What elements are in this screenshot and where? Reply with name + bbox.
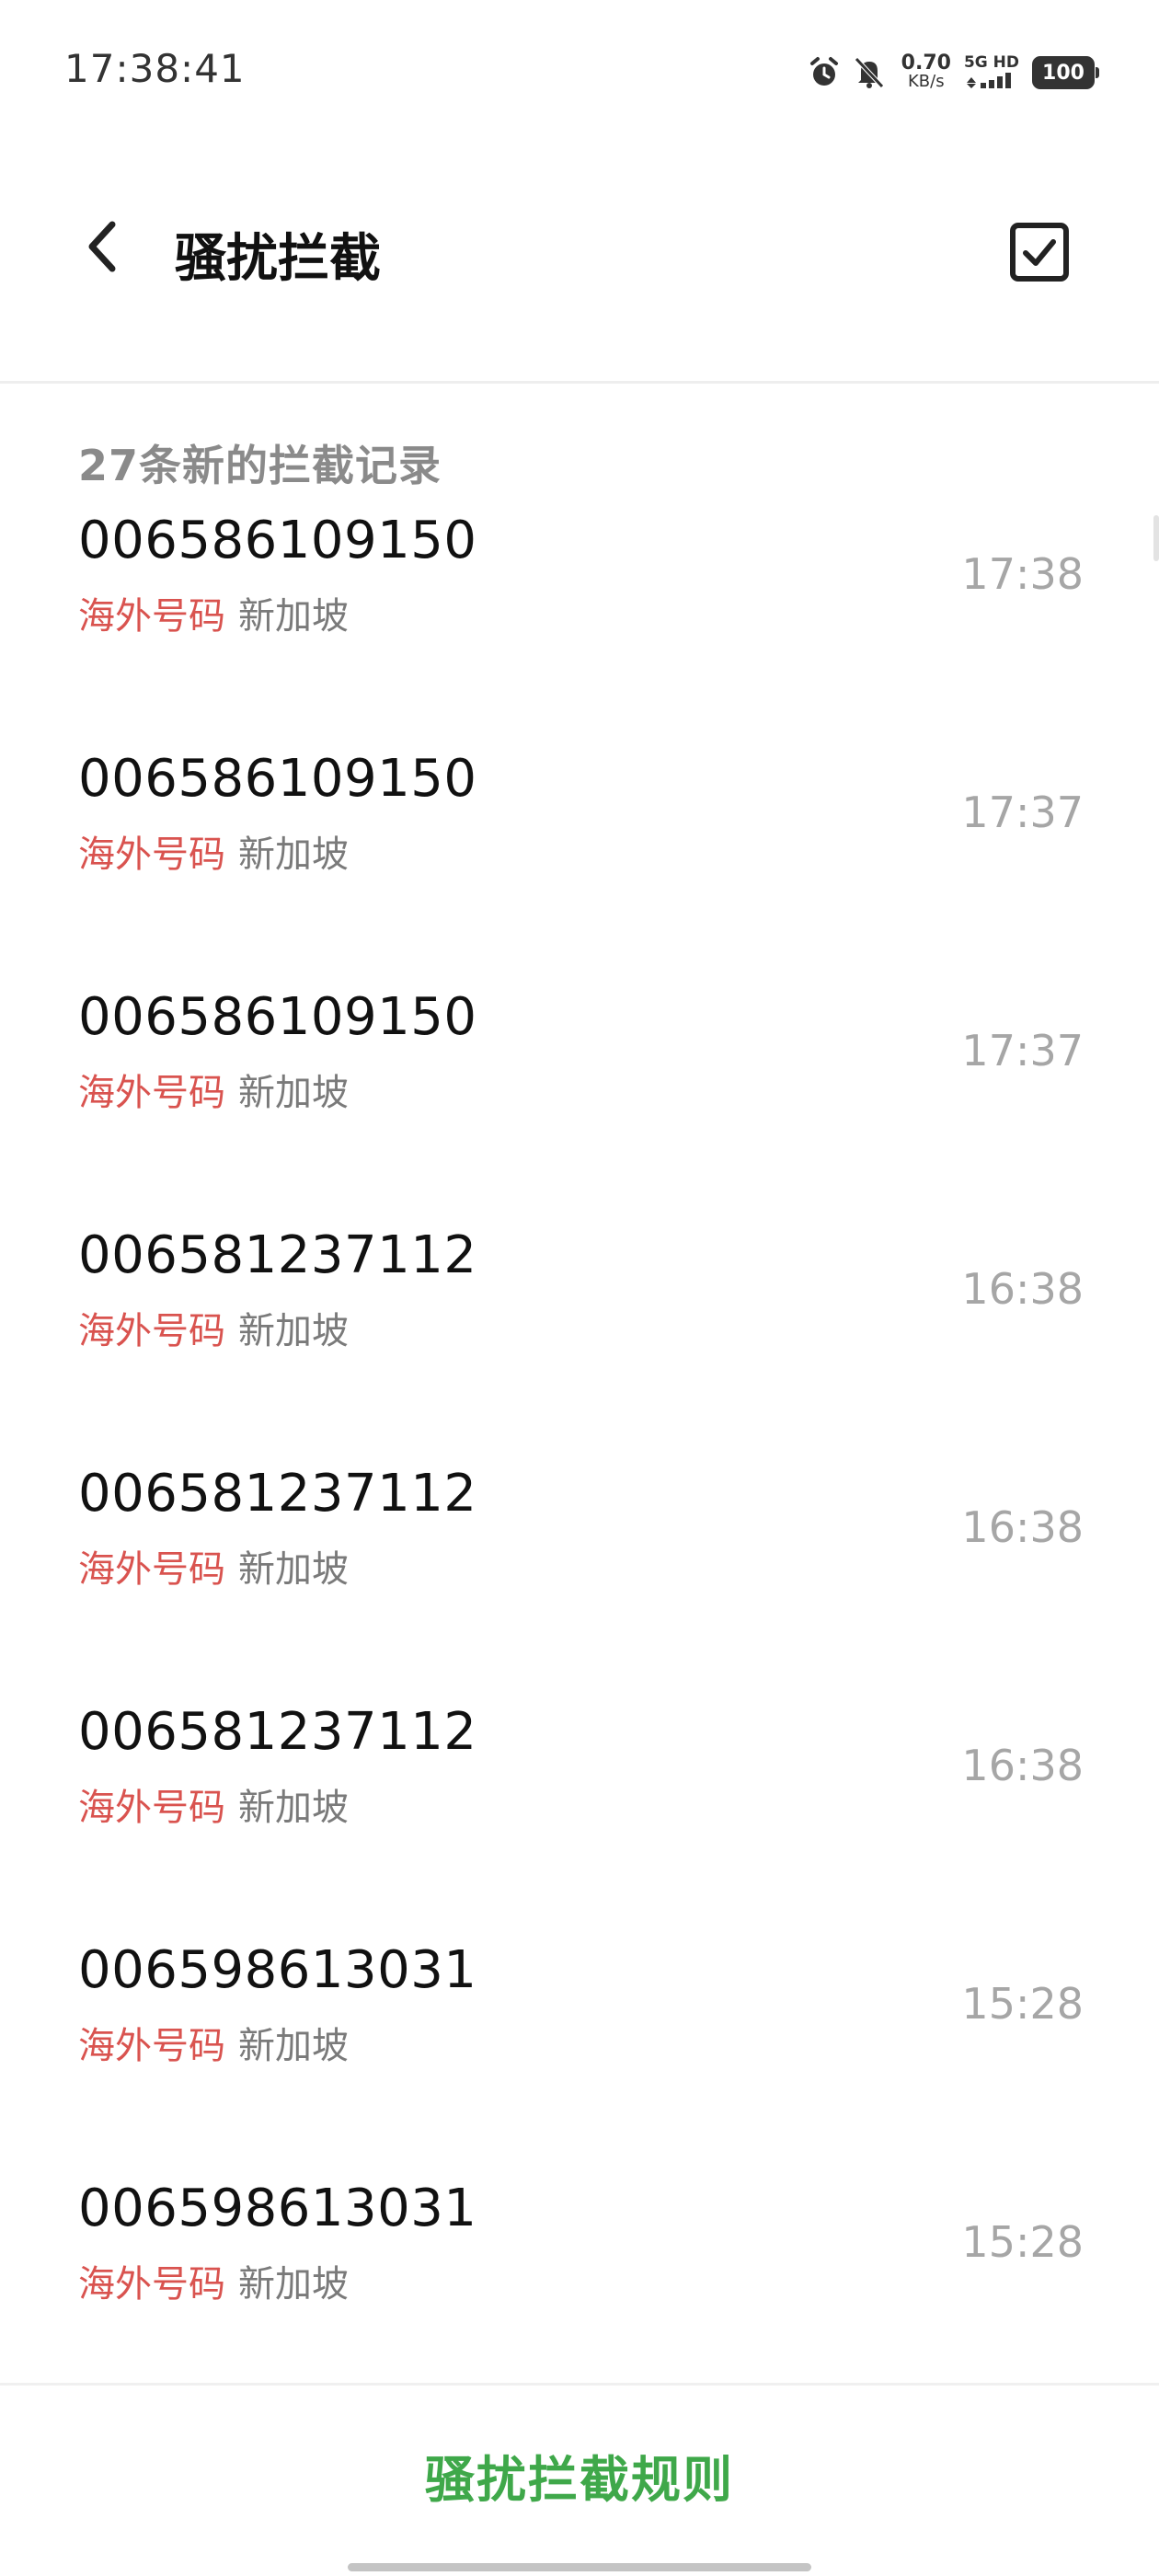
home-indicator[interactable]: [348, 2563, 811, 2571]
phone-number: 006586109150: [78, 987, 477, 1047]
number-tag: 海外号码: [78, 595, 225, 638]
number-location: 新加坡: [238, 1787, 349, 1829]
call-time: 15:28: [961, 1979, 1084, 2029]
status-time: 17:38:41: [64, 46, 246, 91]
call-meta: 海外号码 新加坡: [78, 586, 349, 639]
block-rules-button[interactable]: 骚扰拦截规则: [304, 2433, 855, 2516]
call-time: 16:38: [961, 1502, 1084, 1552]
number-location: 新加坡: [238, 2263, 349, 2306]
call-meta: 海外号码 新加坡: [78, 1063, 349, 1116]
number-tag: 海外号码: [78, 1787, 225, 1829]
call-time: 17:37: [961, 1026, 1084, 1075]
scrollbar[interactable]: [1153, 515, 1159, 561]
number-tag: 海外号码: [78, 1072, 225, 1114]
list-item[interactable]: 006598613031 海外号码 新加坡 15:28: [0, 1940, 1159, 2179]
phone-number: 006586109150: [78, 511, 477, 570]
list-item[interactable]: 006586109150 海外号码 新加坡 17:37: [0, 987, 1159, 1225]
number-location: 新加坡: [238, 595, 349, 638]
phone-number: 006598613031: [78, 1940, 477, 2000]
mute-bell-icon: [854, 56, 885, 89]
call-meta: 海外号码 新加坡: [78, 1777, 349, 1831]
checkbox-icon: [1009, 222, 1070, 286]
call-meta: 海外号码 新加坡: [78, 1539, 349, 1593]
list-item[interactable]: 006586109150 海外号码 新加坡 17:37: [0, 749, 1159, 987]
number-location: 新加坡: [238, 1548, 349, 1591]
network-type: 5G HD: [964, 53, 1019, 93]
call-time: 15:28: [961, 2217, 1084, 2267]
signal-icon: [964, 72, 1016, 93]
list-item[interactable]: 006581237112 海外号码 新加坡 16:38: [0, 1702, 1159, 1940]
chevron-left-icon: [83, 219, 120, 278]
header-divider: [0, 381, 1159, 384]
call-meta: 海外号码 新加坡: [78, 824, 349, 878]
number-location: 新加坡: [238, 1310, 349, 1352]
number-location: 新加坡: [238, 2025, 349, 2067]
phone-number: 006586109150: [78, 749, 477, 809]
number-tag: 海外号码: [78, 1548, 225, 1591]
call-time: 16:38: [961, 1741, 1084, 1790]
number-tag: 海外号码: [78, 2263, 225, 2306]
battery-icon: 100: [1032, 56, 1099, 89]
list-item[interactable]: 006581237112 海外号码 新加坡 16:38: [0, 1464, 1159, 1702]
blocked-call-list: 006586109150 海外号码 新加坡 17:38 006586109150 …: [0, 511, 1159, 2417]
number-location: 新加坡: [238, 834, 349, 876]
number-location: 新加坡: [238, 1072, 349, 1114]
alarm-icon: [808, 56, 841, 89]
phone-number: 006581237112: [78, 1702, 477, 1762]
back-button[interactable]: [64, 212, 138, 285]
phone-number: 006598613031: [78, 2179, 477, 2238]
call-meta: 海外号码 新加坡: [78, 1301, 349, 1354]
list-item[interactable]: 006598613031 海外号码 新加坡 15:28: [0, 2179, 1159, 2417]
number-tag: 海外号码: [78, 834, 225, 876]
footer-divider: [0, 2383, 1159, 2386]
speed-value: 0.70: [901, 52, 951, 75]
number-tag: 海外号码: [78, 2025, 225, 2067]
speed-unit: KB/s: [908, 72, 945, 91]
call-meta: 海外号码 新加坡: [78, 2016, 349, 2069]
number-tag: 海外号码: [78, 1310, 225, 1352]
call-time: 17:38: [961, 549, 1084, 599]
app-header: 骚扰拦截: [0, 184, 1159, 322]
list-item[interactable]: 006586109150 海外号码 新加坡 17:38: [0, 511, 1159, 749]
status-icons: 0.70 KB/s 5G HD 100: [808, 50, 1099, 96]
status-bar: 17:38:41 0.70 KB/s 5G HD 100: [0, 0, 1159, 138]
call-time: 17:37: [961, 788, 1084, 837]
network-speed: 0.70 KB/s: [901, 52, 951, 91]
call-time: 16:38: [961, 1264, 1084, 1314]
network-label: 5G HD: [963, 52, 1019, 72]
multi-select-button[interactable]: [1003, 217, 1076, 291]
page-title: 骚扰拦截: [175, 229, 381, 289]
list-item[interactable]: 006581237112 海外号码 新加坡 16:38: [0, 1225, 1159, 1464]
section-title: 27条新的拦截记录: [78, 441, 442, 490]
phone-number: 006581237112: [78, 1225, 477, 1285]
call-meta: 海外号码 新加坡: [78, 2254, 349, 2307]
phone-number: 006581237112: [78, 1464, 477, 1524]
